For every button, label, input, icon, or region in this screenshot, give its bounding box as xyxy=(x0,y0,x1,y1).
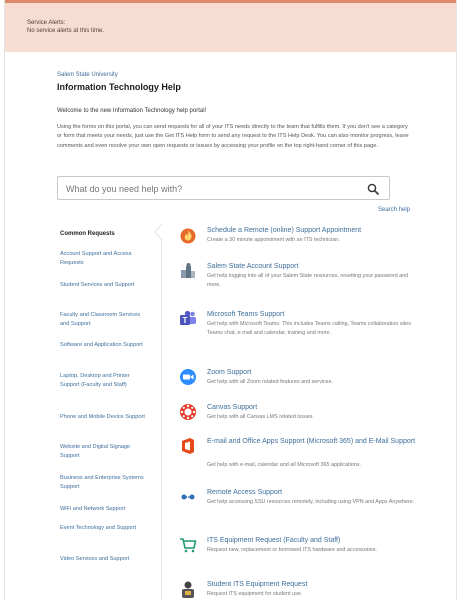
sidebar-item-website-signage[interactable]: Website and Digital Signage Support xyxy=(60,443,148,462)
request-title[interactable]: Zoom Support xyxy=(207,368,417,378)
request-title[interactable]: E-mail and Office Apps Support (Microsof… xyxy=(207,437,417,447)
search-box xyxy=(57,176,390,200)
canvas-icon xyxy=(180,404,196,420)
service-alert-banner: Service Alerts: No service alerts at thi… xyxy=(5,0,456,52)
sidebar-item-laptop-desktop[interactable]: Laptop, Desktop and Printer Support (Fac… xyxy=(60,372,148,391)
sidebar-item-student-services[interactable]: Student Services and Support xyxy=(60,281,148,290)
sidebar-divider xyxy=(161,230,162,600)
sidebar-item-phone-mobile[interactable]: Phone and Mobile Device Support xyxy=(60,413,148,422)
sidebar-item-wifi-network[interactable]: WiFi and Network Support xyxy=(60,505,148,514)
portal-frame: Service Alerts: No service alerts at thi… xyxy=(4,0,457,600)
request-title[interactable]: Canvas Support xyxy=(207,403,417,413)
sidebar-item-software[interactable]: Software and Application Support xyxy=(60,341,148,350)
zoom-icon xyxy=(180,369,196,385)
request-desc: Get help with Microsoft Teams. This incl… xyxy=(207,321,411,336)
request-desc: Create a 30 minute appointment with an I… xyxy=(207,237,340,243)
request-title[interactable]: Schedule a Remote (online) Support Appoi… xyxy=(207,226,417,236)
portal-description: Using the forms on this portal, you can … xyxy=(57,124,409,149)
sidebar-item-event-technology[interactable]: Event Technology and Support xyxy=(60,524,148,533)
sidebar-title: Common Requests xyxy=(60,231,115,237)
request-title[interactable]: ITS Equipment Request (Faculty and Staff… xyxy=(207,536,417,546)
request-desc: Get help accessing SSU resources remotel… xyxy=(207,499,415,505)
request-desc: Get help with all Zoom related features … xyxy=(207,379,333,385)
request-desc: Get help with e-mail, calendar and all M… xyxy=(207,462,362,468)
sidebar-item-business-systems[interactable]: Business and Enterprise Systems Support xyxy=(60,474,148,493)
request-title[interactable]: Salem State Account Support xyxy=(207,262,417,272)
search-icon[interactable] xyxy=(367,183,379,195)
sidebar-item-faculty-classroom[interactable]: Faculty and Classroom Services and Suppo… xyxy=(60,311,148,330)
breadcrumb[interactable]: Salem State University xyxy=(57,72,118,78)
alert-title: Service Alerts: xyxy=(27,20,66,26)
student-icon xyxy=(182,581,194,598)
request-title[interactable]: Student ITS Equipment Request xyxy=(207,580,417,590)
office-icon xyxy=(182,438,194,454)
request-desc: Get help logging into all of your Salem … xyxy=(207,273,409,288)
welcome-text: Welcome to the new Information Technolog… xyxy=(57,108,207,114)
request-title[interactable]: Remote Access Support xyxy=(207,488,417,498)
request-desc: Request ITS equipment for student use. xyxy=(207,591,303,597)
page-title: Information Technology Help xyxy=(57,82,181,92)
sidebar-pointer-icon xyxy=(154,223,163,241)
sidebar-item-account-support[interactable]: Account Support and Access Requests xyxy=(60,250,148,269)
calendar-flame-icon xyxy=(180,228,196,244)
search-help-link[interactable]: Search help xyxy=(378,207,410,213)
cart-icon xyxy=(180,538,197,553)
remote-access-icon xyxy=(181,494,195,500)
svg-text:T: T xyxy=(183,316,188,325)
request-desc: Get help with all Canvas LMS related iss… xyxy=(207,414,314,420)
sidebar-item-video-services[interactable]: Video Services and Support xyxy=(60,555,148,564)
request-title[interactable]: Microsoft Teams Support xyxy=(207,310,417,320)
request-desc: Request new, replacement or borrowed ITS… xyxy=(207,547,377,553)
teams-icon: T xyxy=(180,310,196,325)
search-input[interactable] xyxy=(66,181,356,196)
alert-text: No service alerts at this time. xyxy=(27,28,105,34)
accounts-icon xyxy=(181,263,195,278)
